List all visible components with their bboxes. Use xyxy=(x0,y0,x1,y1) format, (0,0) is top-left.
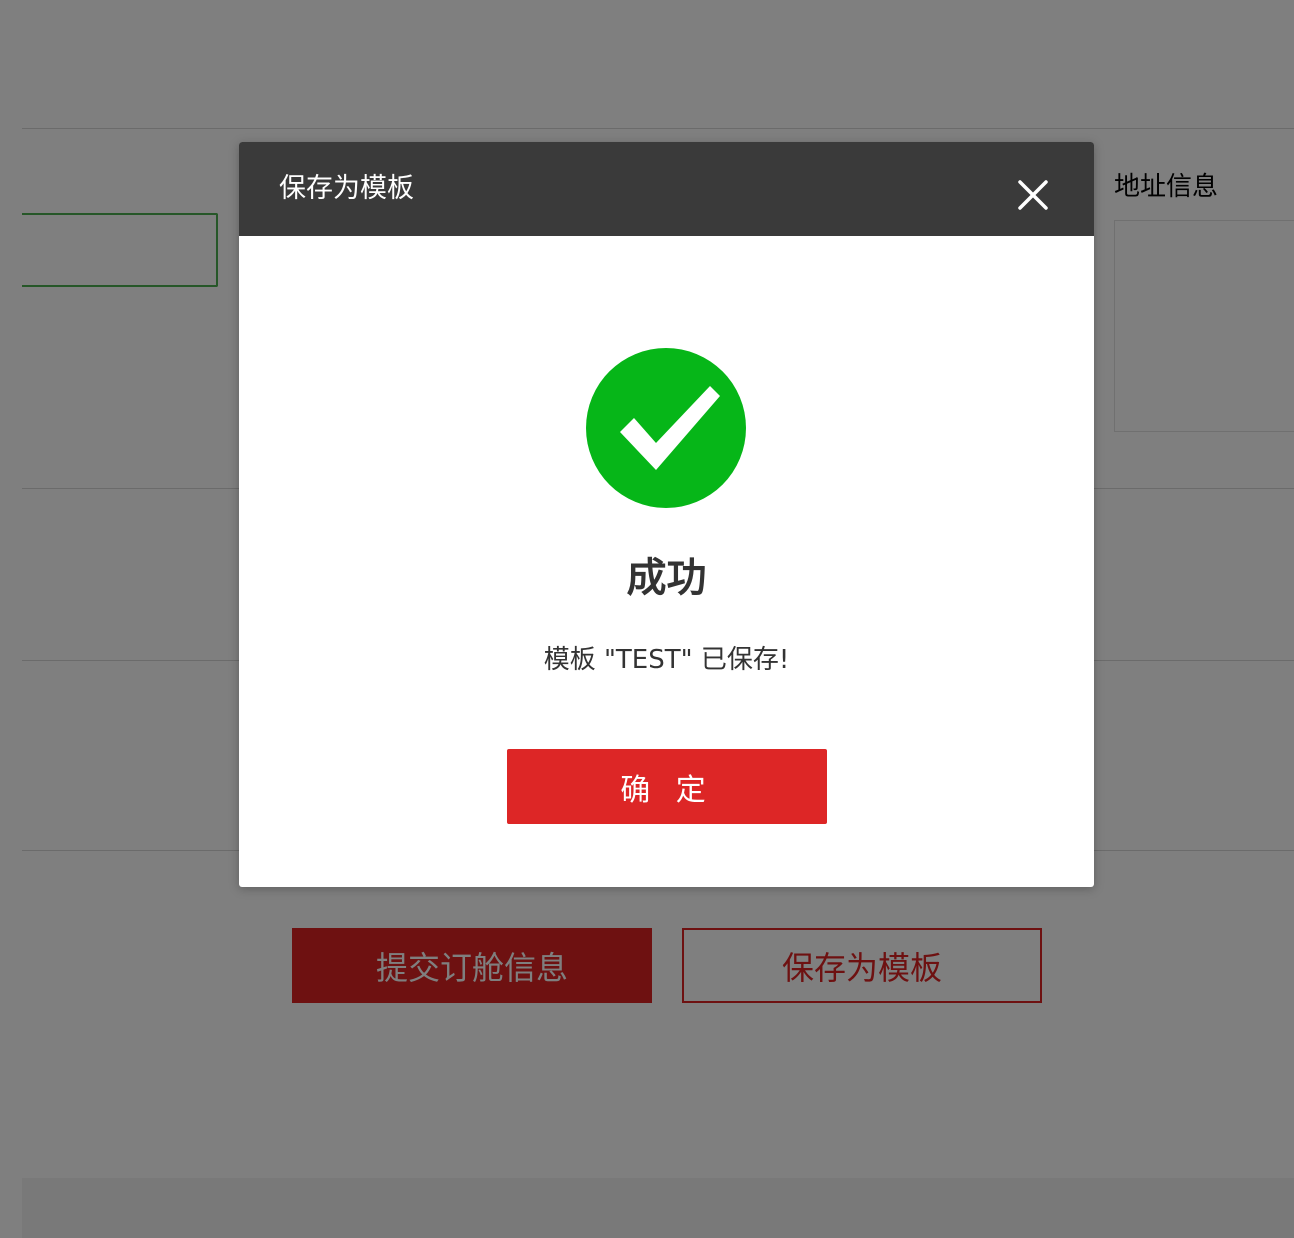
status-title: 成功 xyxy=(626,555,707,601)
save-template-dialog: 保存为模板 成功 模板 "TEST" 已保存! 确 定 xyxy=(239,142,1094,887)
check-circle-icon xyxy=(586,348,746,508)
status-message: 模板 "TEST" 已保存! xyxy=(543,645,790,675)
confirm-button[interactable]: 确 定 xyxy=(507,749,827,824)
dialog-header: 保存为模板 xyxy=(239,142,1094,236)
dialog-title: 保存为模板 xyxy=(279,173,414,204)
close-icon[interactable] xyxy=(1014,176,1052,214)
